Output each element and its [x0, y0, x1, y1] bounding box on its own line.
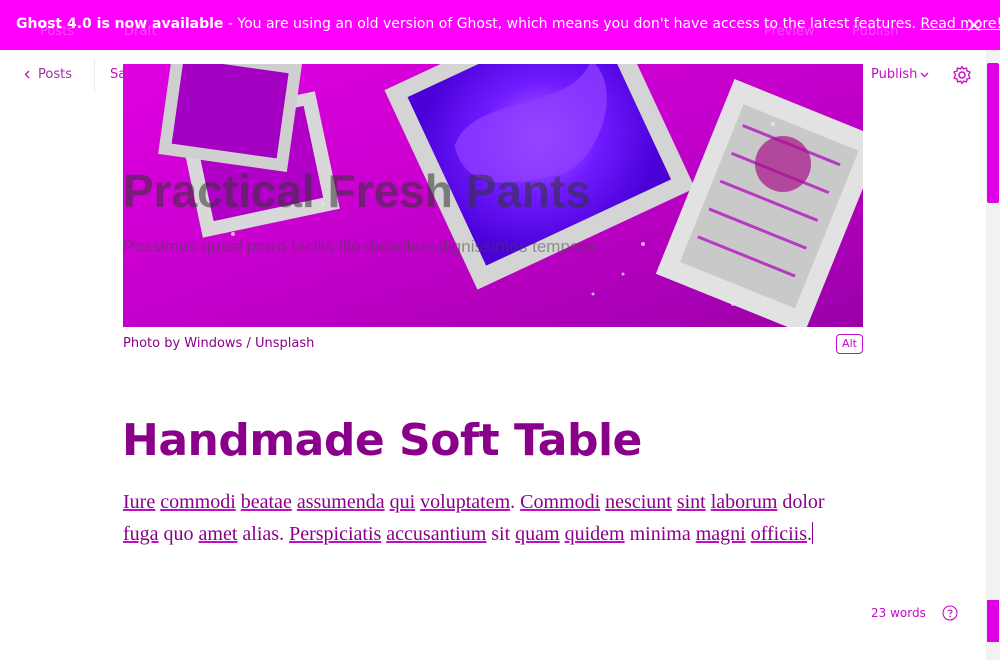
- post-body[interactable]: Iure commodi beatae assumenda qui volupt…: [123, 486, 843, 550]
- caption-prefix: Photo by: [123, 336, 185, 351]
- misspelled-word: quidem: [564, 523, 625, 545]
- feature-overlay-title: Practical Fresh Pants: [123, 165, 591, 217]
- misspelled-word: Commodi: [520, 491, 601, 513]
- misspelled-word: sint: [676, 491, 706, 513]
- banner-read-more-link[interactable]: Read more!: [921, 16, 1000, 32]
- misspelled-word: laborum: [710, 491, 778, 513]
- body-text: dolor: [777, 491, 825, 513]
- body-text: minima: [624, 523, 696, 545]
- scrollbar-lower-thumb[interactable]: [987, 600, 999, 642]
- misspelled-word: accusantium: [386, 523, 487, 545]
- misspelled-word: voluptatem: [420, 491, 511, 513]
- misspelled-word: beatae: [240, 491, 292, 513]
- text-cursor: [812, 522, 814, 544]
- body-text: sit: [486, 523, 516, 545]
- misspelled-word: assumenda: [296, 491, 385, 513]
- feature-image-caption[interactable]: Photo by Windows / Unsplash: [123, 336, 314, 351]
- body-text: .: [510, 491, 521, 513]
- misspelled-word: quam: [515, 523, 560, 545]
- word-count: 23 words: [871, 606, 926, 620]
- caption-source-link[interactable]: Unsplash: [255, 336, 314, 351]
- editor-header: [0, 50, 1000, 100]
- banner-message: - You are using an old version of Ghost,…: [223, 16, 921, 32]
- misspelled-word: magni: [695, 523, 746, 545]
- misspelled-word: officiis: [750, 523, 808, 545]
- banner-close-button[interactable]: [962, 13, 986, 37]
- caption-author-link[interactable]: Windows: [184, 336, 242, 351]
- feature-image[interactable]: Practical Fresh Pants Possimus quasi por…: [123, 64, 863, 327]
- misspelled-word: Iure: [123, 491, 156, 513]
- question-icon[interactable]: [942, 605, 958, 621]
- misspelled-word: nesciunt: [605, 491, 672, 513]
- banner-text: Ghost 4.0 is now available - You are usi…: [16, 16, 1000, 32]
- update-banner: Posts Draft Preview Publish Ghost 4.0 is…: [0, 0, 1000, 50]
- body-text: quo: [158, 523, 199, 545]
- misspelled-word: amet: [198, 523, 238, 545]
- misspelled-word: qui: [389, 491, 416, 513]
- feature-overlay-subtitle: Possimus quasi porro facilis Illo dolori…: [123, 237, 600, 256]
- post-title[interactable]: Handmade Soft Table: [122, 415, 642, 466]
- alt-text-button[interactable]: Alt: [836, 334, 863, 354]
- misspelled-word: fuga: [123, 523, 159, 545]
- caption-separator: /: [242, 336, 255, 351]
- close-icon: [968, 19, 980, 31]
- misspelled-word: Perspiciatis: [289, 523, 382, 545]
- body-text: alias.: [237, 523, 290, 545]
- misspelled-word: commodi: [160, 491, 236, 513]
- banner-title: Ghost 4.0 is now available: [16, 16, 224, 32]
